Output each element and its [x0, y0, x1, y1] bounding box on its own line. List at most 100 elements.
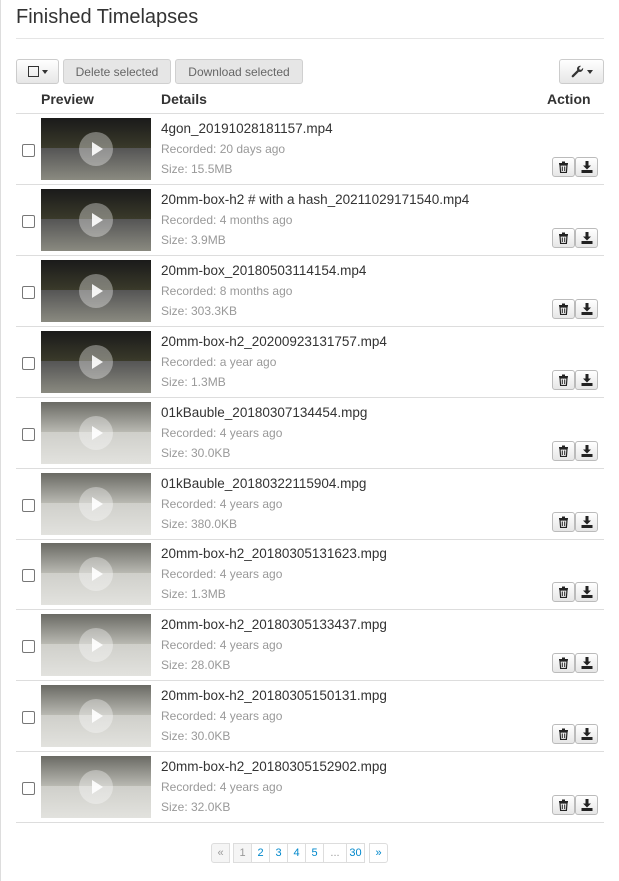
timelapse-thumbnail[interactable] [41, 259, 151, 322]
play-icon [79, 344, 113, 379]
column-header-preview: Preview [41, 91, 94, 107]
timelapse-thumbnail[interactable] [41, 330, 151, 393]
download-button[interactable] [575, 724, 598, 745]
timelapse-size: Size: 15.5MB [161, 162, 233, 176]
delete-button[interactable] [552, 724, 575, 745]
play-icon [79, 486, 113, 521]
row-checkbox[interactable] [22, 569, 35, 583]
timelapse-thumbnail[interactable] [41, 401, 151, 464]
trash-icon [558, 799, 569, 812]
timelapse-thumbnail[interactable] [41, 118, 151, 180]
table-row: 20mm-box-h2_20180305150131.mpg Recorded: … [16, 681, 604, 753]
pagination-page-30[interactable]: 30 [346, 843, 365, 863]
timelapse-size: Size: 380.0KB [161, 516, 238, 531]
download-icon [581, 231, 593, 244]
timelapse-thumbnail[interactable] [41, 543, 151, 606]
row-checkbox[interactable] [22, 498, 35, 512]
trash-icon [558, 516, 569, 528]
timelapse-recorded: Recorded: a year ago [161, 354, 277, 369]
pagination-next[interactable]: » [369, 843, 388, 863]
download-icon [581, 586, 593, 599]
row-checkbox[interactable] [22, 640, 35, 654]
delete-button[interactable] [552, 653, 575, 674]
download-selected-button[interactable]: Download selected [175, 59, 303, 84]
delete-button[interactable] [552, 157, 575, 177]
table-row: 20mm-box-h2_20180305152902.mpg Recorded: … [16, 752, 604, 824]
download-button[interactable] [575, 369, 598, 390]
table-row: 01kBauble_20180322115904.mpg Recorded: 4 … [16, 469, 604, 540]
timelapse-filename: 20mm-box-h2_20180305133437.mpg [161, 617, 387, 633]
delete-button[interactable] [552, 795, 575, 816]
timelapse-filename: 01kBauble_20180307134454.mpg [161, 404, 368, 420]
timelapse-filename: 20mm-box-h2_20180305152902.mpg [161, 759, 387, 775]
column-header-action: Action [547, 91, 591, 107]
delete-button[interactable] [552, 298, 575, 319]
timelapse-recorded: Recorded: 4 years ago [161, 425, 283, 440]
row-checkbox[interactable] [22, 356, 35, 370]
download-icon [581, 657, 593, 670]
timelapse-recorded: Recorded: 4 years ago [161, 709, 283, 724]
table-row: 20mm-box_20180503114154.mp4 Recorded: 8 m… [16, 256, 604, 327]
row-checkbox[interactable] [22, 711, 35, 725]
timelapse-thumbnail[interactable] [41, 685, 151, 748]
table-row: 20mm-box-h2 # with a hash_20211029171540… [16, 185, 604, 256]
table-row: 20mm-box-h2_20180305133437.mpg Recorded: … [16, 610, 604, 682]
table-row: 4gon_20191028181157.mp4 Recorded: 20 days… [16, 114, 604, 185]
timelapse-thumbnail[interactable] [41, 756, 151, 819]
row-checkbox[interactable] [22, 285, 35, 299]
play-icon [79, 770, 113, 805]
pagination-page-2[interactable]: 2 [251, 843, 270, 863]
pagination-page-1[interactable]: 1 [233, 843, 252, 863]
caret-down-icon [41, 69, 48, 74]
download-icon [581, 728, 593, 741]
select-menu-button[interactable] [16, 59, 59, 84]
delete-button[interactable] [552, 369, 575, 390]
timelapse-thumbnail[interactable] [41, 188, 151, 251]
timelapse-thumbnail[interactable] [41, 472, 151, 535]
trash-icon [558, 657, 569, 670]
timelapse-filename: 20mm-box-h2_20180305150131.mpg [161, 688, 387, 704]
page-title: Finished Timelapses [16, 6, 199, 28]
trash-icon [558, 303, 569, 315]
pagination-page-5[interactable]: 5 [305, 843, 324, 863]
timelapse-size: Size: 1.3MB [161, 374, 226, 389]
table-row: 01kBauble_20180307134454.mpg Recorded: 4 … [16, 398, 604, 469]
download-button[interactable] [575, 795, 598, 816]
timelapse-recorded: Recorded: 4 months ago [161, 212, 293, 227]
play-icon [79, 202, 113, 237]
download-button[interactable] [575, 653, 598, 674]
download-button[interactable] [575, 298, 598, 319]
timelapse-recorded: Recorded: 8 months ago [161, 283, 293, 298]
timelapse-size: Size: 32.0KB [161, 800, 231, 815]
delete-button[interactable] [552, 227, 575, 248]
pagination-prev[interactable]: « [211, 843, 230, 863]
delete-selected-button[interactable]: Delete selected [63, 59, 171, 84]
row-checkbox[interactable] [22, 144, 35, 157]
timelapse-recorded: Recorded: 4 years ago [161, 496, 283, 511]
delete-button[interactable] [552, 582, 575, 603]
row-checkbox[interactable] [22, 427, 35, 441]
timelapse-size: Size: 30.0KB [161, 729, 231, 744]
download-button[interactable] [575, 440, 598, 461]
trash-icon [558, 232, 569, 244]
pagination-page-4[interactable]: 4 [287, 843, 306, 863]
title-divider [16, 38, 604, 39]
row-checkbox[interactable] [22, 214, 35, 228]
download-button[interactable] [575, 582, 598, 603]
settings-menu-button[interactable] [559, 59, 604, 84]
table-row: 20mm-box-h2_20180305131623.mpg Recorded: … [16, 539, 604, 611]
row-checkbox[interactable] [22, 782, 35, 796]
download-button[interactable] [575, 511, 598, 532]
checkbox-icon [27, 66, 39, 77]
download-icon [581, 515, 593, 528]
timelapse-size: Size: 303.3KB [161, 303, 238, 318]
download-button[interactable] [575, 227, 598, 248]
timelapse-recorded: Recorded: 4 years ago [161, 638, 283, 653]
download-icon [581, 444, 593, 457]
download-button[interactable] [575, 157, 598, 177]
delete-button[interactable] [552, 511, 575, 532]
trash-icon [558, 445, 569, 457]
timelapse-thumbnail[interactable] [41, 614, 151, 677]
pagination-page-3[interactable]: 3 [269, 843, 288, 863]
delete-button[interactable] [552, 440, 575, 461]
